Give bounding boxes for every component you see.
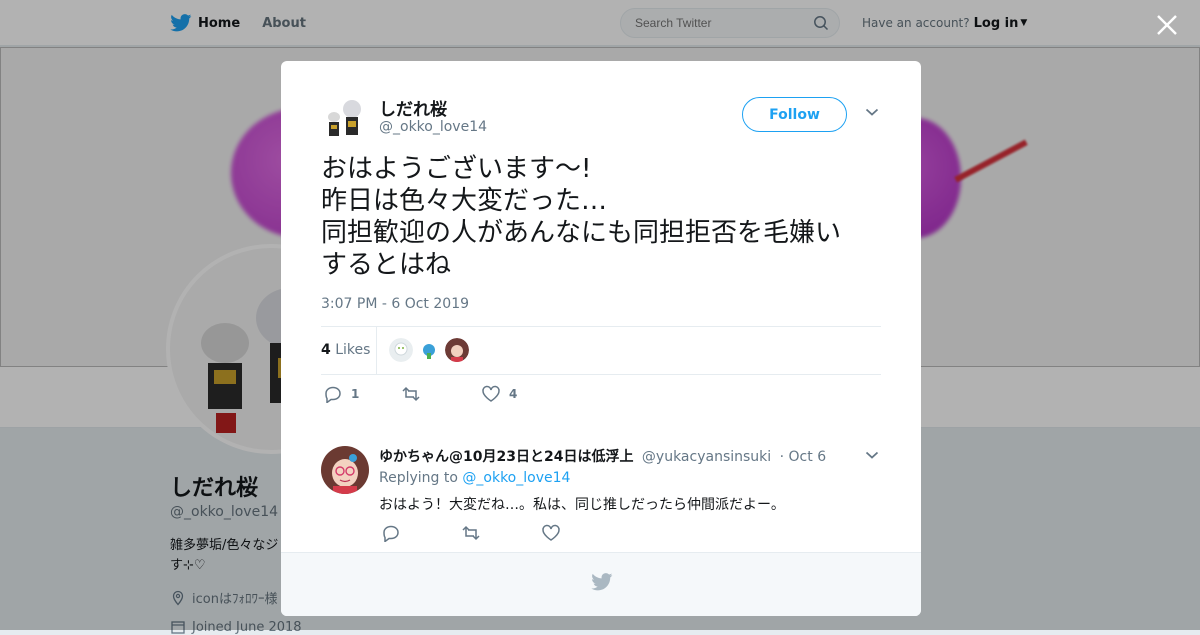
tweet-header: しだれ桜 @_okko_love14 Follow [321, 93, 881, 143]
liker-avatar-image [389, 338, 413, 362]
twitter-bird-icon [591, 573, 613, 591]
replying-to: Replying to @_okko_love14 [379, 470, 570, 486]
reply-actions [379, 524, 679, 542]
stats-divider [376, 327, 377, 374]
likes-count: 4 [321, 342, 331, 358]
tweet-author-name[interactable]: しだれ桜 [379, 95, 447, 120]
reply-icon [325, 386, 341, 403]
reply-action[interactable]: 1 [323, 385, 359, 403]
reply-author-avatar[interactable] [321, 446, 369, 494]
tweet-author-handle[interactable]: @_okko_love14 [379, 119, 487, 135]
reply-author-name[interactable]: ゆかちゃん@10月23日と24日は低浮上 [379, 449, 633, 465]
like-count: 4 [509, 387, 518, 401]
reply-avatar-image [321, 446, 369, 494]
reply-tweet[interactable]: ゆかちゃん@10月23日と24日は低浮上 @yukacyansinsuki · … [321, 446, 881, 546]
tweet-text: おはようございます〜! 昨日は色々大変だった… 同担歓迎の人があんなにも同担拒否… [321, 154, 842, 280]
reply-count: 1 [351, 387, 360, 401]
close-icon[interactable] [1154, 12, 1180, 38]
liker-avatar[interactable] [389, 338, 413, 362]
tweet-author-avatar[interactable] [321, 93, 371, 143]
modal-footer [281, 552, 921, 616]
reply-dot: · [779, 449, 785, 465]
tweet-actions: 1 4 [321, 385, 881, 405]
heart-icon[interactable] [541, 524, 561, 542]
liker-avatar[interactable] [417, 338, 441, 362]
reply-icon[interactable] [381, 524, 401, 542]
retweet-action[interactable] [401, 385, 429, 403]
chevron-down-icon[interactable] [865, 107, 879, 117]
likers-avatars [389, 338, 469, 362]
chibi-avatar-small [321, 93, 371, 143]
liker-avatar-image [417, 338, 441, 362]
replying-prefix: Replying to [379, 470, 458, 486]
likes-stat[interactable]: 4 Likes [321, 342, 370, 358]
chevron-down-icon[interactable] [865, 450, 879, 460]
liker-avatar[interactable] [445, 338, 469, 362]
tweet-timestamp[interactable]: 3:07 PM - 6 Oct 2019 [321, 296, 469, 312]
tweet-stats: 4 Likes [321, 326, 881, 375]
reply-header: ゆかちゃん@10月23日と24日は低浮上 @yukacyansinsuki · … [379, 446, 826, 466]
heart-icon [482, 385, 500, 402]
replying-to-link[interactable]: @_okko_love14 [462, 470, 570, 486]
liker-avatar-image [445, 338, 469, 362]
tweet-modal: しだれ桜 @_okko_love14 Follow おはようございます〜! 昨日… [281, 61, 921, 616]
like-action[interactable]: 4 [481, 385, 517, 403]
reply-date[interactable]: Oct 6 [789, 449, 827, 465]
reply-text: おはよう！大変だね…。私は、同じ推しだったら仲間派だよー。 [379, 497, 785, 513]
follow-button[interactable]: Follow [742, 97, 847, 132]
likes-label: Likes [335, 342, 371, 358]
reply-author-handle[interactable]: @yukacyansinsuki [642, 449, 771, 465]
retweet-icon [402, 386, 420, 402]
retweet-icon[interactable] [461, 524, 481, 542]
